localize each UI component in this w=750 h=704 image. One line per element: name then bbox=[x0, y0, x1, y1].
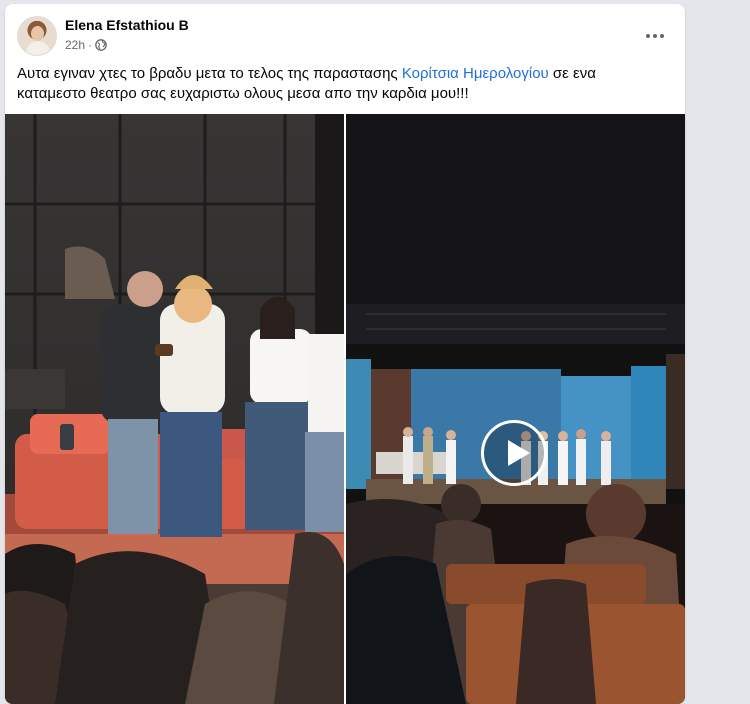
more-options-icon[interactable] bbox=[641, 22, 669, 50]
play-title-link[interactable]: Κορίτσια Ημερολογίου bbox=[402, 65, 549, 82]
stage-photo[interactable] bbox=[5, 114, 344, 704]
play-icon[interactable] bbox=[481, 420, 547, 486]
author-name[interactable]: Elena Efstathiou B bbox=[65, 17, 189, 33]
post-caption: Αυτα εγιναν χτες το βραδυ μετα το τελος … bbox=[17, 64, 657, 104]
caption-text-start: Αυτα εγιναν χτες το βραδυ μετα το τελος … bbox=[17, 65, 402, 82]
stage-video-thumbnail bbox=[346, 114, 685, 704]
stage-video[interactable] bbox=[346, 114, 685, 704]
post-timestamp[interactable]: 22h bbox=[65, 38, 85, 52]
globe-icon[interactable] bbox=[95, 39, 107, 51]
post-header: Elena Efstathiou B 22h · bbox=[17, 16, 673, 56]
post-meta: 22h · bbox=[65, 38, 107, 52]
post-card: Elena Efstathiou B 22h · Αυτα εγιναν χτε… bbox=[5, 4, 685, 704]
post-media bbox=[5, 114, 685, 704]
avatar-face bbox=[31, 26, 44, 41]
meta-separator: · bbox=[88, 38, 93, 52]
author-avatar[interactable] bbox=[17, 16, 57, 56]
stage-photo-graphic bbox=[5, 114, 344, 704]
avatar-body bbox=[26, 41, 50, 55]
